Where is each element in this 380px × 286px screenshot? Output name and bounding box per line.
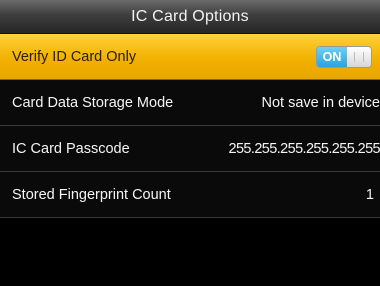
screen: IC Card Options Verify ID Card Only ON C… bbox=[0, 0, 380, 286]
toggle-grip-icon bbox=[354, 52, 364, 62]
title-bar: IC Card Options bbox=[0, 0, 380, 34]
menu-item-card-data-storage-mode[interactable]: Card Data Storage Mode Not save in devic… bbox=[0, 80, 380, 126]
options-menu: Verify ID Card Only ON Card Data Storage… bbox=[0, 34, 380, 218]
menu-item-label: Card Data Storage Mode bbox=[12, 94, 174, 111]
menu-item-ic-card-passcode[interactable]: IC Card Passcode 255.255.255.255.255.255 bbox=[0, 126, 380, 172]
menu-item-value: 255.255.255.255.255.255 bbox=[228, 140, 380, 157]
page-title: IC Card Options bbox=[131, 7, 249, 25]
menu-item-label: IC Card Passcode bbox=[12, 140, 130, 157]
menu-item-verify-id-card-only[interactable]: Verify ID Card Only ON bbox=[0, 34, 380, 80]
menu-item-label: Stored Fingerprint Count bbox=[12, 186, 171, 203]
menu-item-stored-fingerprint-count[interactable]: Stored Fingerprint Count 1 bbox=[0, 172, 380, 218]
menu-item-label: Verify ID Card Only bbox=[12, 48, 137, 65]
toggle-knob bbox=[347, 47, 371, 67]
menu-item-value: Not save in device bbox=[261, 94, 380, 111]
verify-id-card-only-toggle[interactable]: ON bbox=[316, 46, 372, 68]
menu-item-value: 1 bbox=[365, 186, 374, 203]
toggle-on-label: ON bbox=[317, 47, 347, 67]
